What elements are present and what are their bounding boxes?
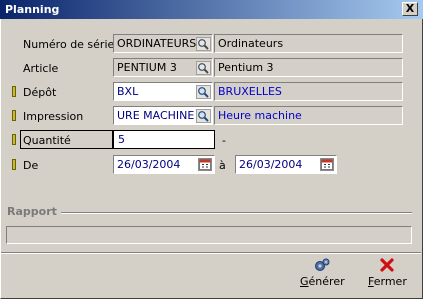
depot-code-field[interactable]: BXL [113,82,213,101]
serie-lookup-icon[interactable] [196,37,211,51]
date-to-value: 26/03/2004 [239,158,303,171]
date-from-calendar-icon[interactable] [198,158,212,171]
row-article: Article PENTIUM 3 Pentium 3 [0,58,423,78]
row-depot: Dépôt BXL BRUXELLES [0,82,423,102]
date-from-field[interactable]: 26/03/2004 [113,155,215,174]
date-from-value: 26/03/2004 [117,158,181,171]
serie-code-value: ORDINATEURS [117,37,197,50]
window-title: Planning [5,3,60,16]
row-serie: Numéro de série ORDINATEURS Ordinateurs [0,34,423,54]
generate-gears-icon [300,257,344,273]
depot-desc: BRUXELLES [214,82,403,101]
generer-label-rest: énérer [308,275,345,288]
row-quantite: Quantité 5 - [0,129,423,150]
impression-code-field[interactable]: URE MACHINE [113,106,213,125]
article-desc: Pentium 3 [214,58,403,77]
serie-code-field[interactable]: ORDINATEURS [113,34,213,53]
impression-code-value: URE MACHINE [117,109,195,122]
generer-label-first: G [300,275,309,288]
article-label: Article [23,62,59,75]
row-date: De 26/03/2004 à 26/03/2004 [0,155,423,175]
impression-lookup-icon[interactable] [196,109,211,123]
quantite-label: Quantité [23,134,71,147]
depot-code-value: BXL [117,85,139,98]
depot-lookup-icon[interactable] [196,85,211,99]
rapport-divider [61,212,412,214]
rapport-progress-bar [6,226,412,244]
close-button[interactable]: X [402,2,418,16]
serie-label: Numéro de série [23,38,115,51]
quantite-input[interactable]: 5 [113,130,215,149]
date-to-field[interactable]: 26/03/2004 [235,155,337,174]
row-impression: Impression URE MACHINE Heure machine [0,106,423,126]
fermer-label-rest: ermer [373,275,407,288]
depot-label: Dépôt [23,86,57,99]
required-marker [12,86,16,97]
article-lookup-icon[interactable] [196,61,211,75]
required-marker [12,159,16,170]
serie-desc: Ordinateurs [214,34,403,53]
quantite-suffix: - [222,134,226,147]
article-code-value: PENTIUM 3 [117,61,177,74]
date-to-calendar-icon[interactable] [320,158,334,171]
generer-button[interactable]: Générer [300,257,345,288]
close-x-icon [368,257,406,273]
toolbar-divider [1,252,421,254]
de-label: De [23,159,39,172]
title-bar: Planning X [0,0,423,19]
impression-desc: Heure machine [214,106,403,125]
impression-label: Impression [23,110,84,123]
article-code-field[interactable]: PENTIUM 3 [113,58,213,77]
rapport-section-title: Rapport [7,205,57,218]
required-marker [12,110,16,121]
required-marker [12,134,16,145]
date-to-label: à [219,159,226,172]
fermer-button[interactable]: Fermer [368,257,407,288]
